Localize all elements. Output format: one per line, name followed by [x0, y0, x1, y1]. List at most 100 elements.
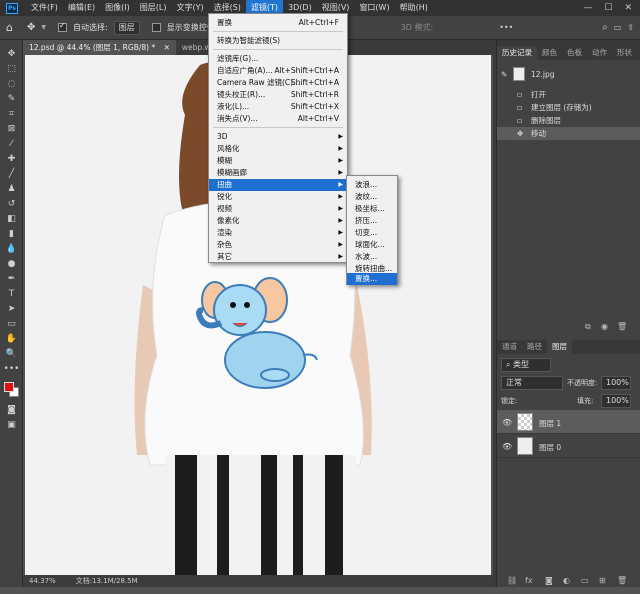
marquee-tool-icon[interactable]: ⬚: [0, 61, 23, 76]
history-brush-tool-icon[interactable]: ↺: [0, 196, 23, 211]
gradient-tool-icon[interactable]: ▮: [0, 226, 23, 241]
more-tools-icon[interactable]: •••: [0, 361, 23, 376]
submenu-item-displace[interactable]: 置换...: [347, 273, 397, 285]
menu-item-liquify[interactable]: 液化(L)... Shift+Ctrl+X: [209, 101, 347, 113]
menu-item-render[interactable]: 渲染 ▶: [209, 227, 347, 239]
pen-tool-icon[interactable]: ✒: [0, 271, 23, 286]
quick-mask-icon[interactable]: ◙: [0, 402, 23, 417]
blur-tool-icon[interactable]: 💧: [0, 241, 23, 256]
menu-item-3d[interactable]: 3D ▶: [209, 131, 347, 143]
menu-item-blur[interactable]: 模糊 ▶: [209, 155, 347, 167]
history-step[interactable]: ▫ 打开: [497, 88, 640, 101]
home-icon[interactable]: ⌂: [6, 21, 13, 34]
menu-item-camera-raw[interactable]: Camera Raw 滤镜(C)... Shift+Ctrl+A: [209, 77, 347, 89]
eraser-tool-icon[interactable]: ◧: [0, 211, 23, 226]
lasso-tool-icon[interactable]: ◌: [0, 76, 23, 91]
zoom-level[interactable]: 44.37%: [29, 577, 56, 585]
menu-image[interactable]: 图像(I): [100, 0, 135, 16]
submenu-item-zigzag[interactable]: 水波...: [347, 251, 397, 263]
menu-item-filter-gallery[interactable]: 滤镜库(G)...: [209, 53, 347, 65]
mask-icon[interactable]: ◙: [545, 576, 553, 585]
clone-stamp-tool-icon[interactable]: ♟: [0, 181, 23, 196]
zoom-tool-icon[interactable]: 🔍: [0, 346, 23, 361]
move-tool-icon[interactable]: ✥: [27, 22, 35, 33]
menu-item-other[interactable]: 其它 ▶: [209, 251, 347, 263]
menu-item-blur-gallery[interactable]: 模糊画廊 ▶: [209, 167, 347, 179]
brush-tool-icon[interactable]: ╱: [0, 166, 23, 181]
menu-help[interactable]: 帮助(H): [395, 0, 433, 16]
maximize-icon[interactable]: ☐: [604, 3, 612, 13]
menu-item-vanishing-point[interactable]: 消失点(V)... Alt+Ctrl+V: [209, 113, 347, 125]
tab-paths[interactable]: 路径: [522, 340, 547, 354]
frame-tool-icon[interactable]: ⊠: [0, 121, 23, 136]
menu-item-pixelate[interactable]: 像素化 ▶: [209, 215, 347, 227]
search-icon[interactable]: ⌕: [602, 22, 608, 33]
tab-layers[interactable]: 图层: [547, 340, 572, 354]
camera-icon[interactable]: ◉: [601, 322, 608, 331]
history-step-selected[interactable]: ✥ 移动: [497, 127, 640, 140]
submenu-item-polar[interactable]: 极坐标...: [347, 203, 397, 215]
new-snapshot-icon[interactable]: ⧉: [585, 322, 591, 332]
menu-window[interactable]: 窗口(W): [354, 0, 394, 16]
type-tool-icon[interactable]: T: [0, 286, 23, 301]
tab-actions[interactable]: 动作: [587, 46, 612, 60]
menu-item-stylize[interactable]: 风格化 ▶: [209, 143, 347, 155]
close-icon[interactable]: ✕: [164, 43, 170, 52]
submenu-item-wave[interactable]: 波浪...: [347, 179, 397, 191]
menu-item-last-filter[interactable]: 置换 Alt+Ctrl+F: [209, 17, 347, 29]
submenu-item-shear[interactable]: 切变...: [347, 227, 397, 239]
menu-edit[interactable]: 编辑(E): [63, 0, 100, 16]
submenu-item-pinch[interactable]: 挤压...: [347, 215, 397, 227]
menu-item-adaptive-wide-angle[interactable]: 自适应广角(A)... Alt+Shift+Ctrl+A: [209, 65, 347, 77]
blend-mode-dropdown[interactable]: 正常: [501, 376, 563, 390]
color-swatches[interactable]: [0, 376, 22, 402]
eye-icon[interactable]: 👁: [502, 418, 512, 427]
submenu-item-ripple[interactable]: 波纹...: [347, 191, 397, 203]
menu-item-lens-correction[interactable]: 镜头校正(R)... Shift+Ctrl+R: [209, 89, 347, 101]
history-snapshot[interactable]: ✎ 12.jpg: [497, 65, 640, 83]
new-layer-icon[interactable]: ⊞: [599, 576, 606, 585]
trash-icon[interactable]: 🗑: [617, 576, 627, 585]
eyedropper-tool-icon[interactable]: ⁄: [0, 136, 23, 151]
folder-icon[interactable]: ▭: [581, 576, 589, 585]
quick-select-tool-icon[interactable]: ✎: [0, 91, 23, 106]
show-transform-checkbox[interactable]: [151, 23, 161, 32]
share-icon[interactable]: ⇪: [627, 23, 634, 32]
eye-icon[interactable]: 👁: [502, 442, 512, 451]
minimize-icon[interactable]: —: [583, 3, 592, 13]
layer-filter-dropdown[interactable]: ⌕ 类型: [501, 358, 551, 372]
tab-swatches[interactable]: 色板: [562, 46, 587, 60]
layer-row[interactable]: 👁 图层 1: [497, 410, 640, 434]
layer-row[interactable]: 👁 图层 0: [497, 434, 640, 458]
menu-layer[interactable]: 图层(L): [135, 0, 172, 16]
dodge-tool-icon[interactable]: ●: [0, 256, 23, 271]
fill-field[interactable]: 100%: [601, 394, 631, 408]
tab-shapes[interactable]: 形状: [612, 46, 637, 60]
auto-select-dropdown[interactable]: 图层: [113, 20, 140, 35]
healing-brush-tool-icon[interactable]: ✚: [0, 151, 23, 166]
tab-channels[interactable]: 通道: [497, 340, 522, 354]
history-step[interactable]: ▫ 删除图层: [497, 114, 640, 127]
tab-history[interactable]: 历史记录: [497, 46, 537, 60]
path-selection-tool-icon[interactable]: ➤: [0, 301, 23, 316]
menu-item-noise[interactable]: 杂色 ▶: [209, 239, 347, 251]
workspace-icon[interactable]: ▭: [614, 23, 622, 32]
foreground-color-swatch[interactable]: [4, 382, 14, 392]
menu-item-distort[interactable]: 扭曲 ▶: [209, 179, 347, 191]
opacity-field[interactable]: 100%: [601, 376, 631, 390]
trash-icon[interactable]: 🗑: [617, 322, 627, 331]
submenu-item-spherize[interactable]: 球面化...: [347, 239, 397, 251]
close-icon[interactable]: ✕: [624, 3, 632, 13]
adjustment-icon[interactable]: ◐: [563, 576, 570, 585]
menu-type[interactable]: 文字(Y): [171, 0, 208, 16]
menu-file[interactable]: 文件(F): [26, 0, 63, 16]
crop-tool-icon[interactable]: ⌗: [0, 106, 23, 121]
menu-item-smart-filter[interactable]: 转换为智能滤镜(S): [209, 35, 347, 47]
history-step[interactable]: ▫ 建立图层 (存储为): [497, 101, 640, 114]
tab-12-psd[interactable]: 12.psd @ 44.4% (图层 1, RGB/8) * ✕: [23, 40, 176, 55]
move-tool-icon[interactable]: ✥: [0, 46, 23, 61]
menu-item-video[interactable]: 视频 ▶: [209, 203, 347, 215]
link-layers-icon[interactable]: ⛓: [507, 576, 517, 585]
chevron-down-icon[interactable]: ▼: [41, 24, 46, 31]
hand-tool-icon[interactable]: ✋: [0, 331, 23, 346]
